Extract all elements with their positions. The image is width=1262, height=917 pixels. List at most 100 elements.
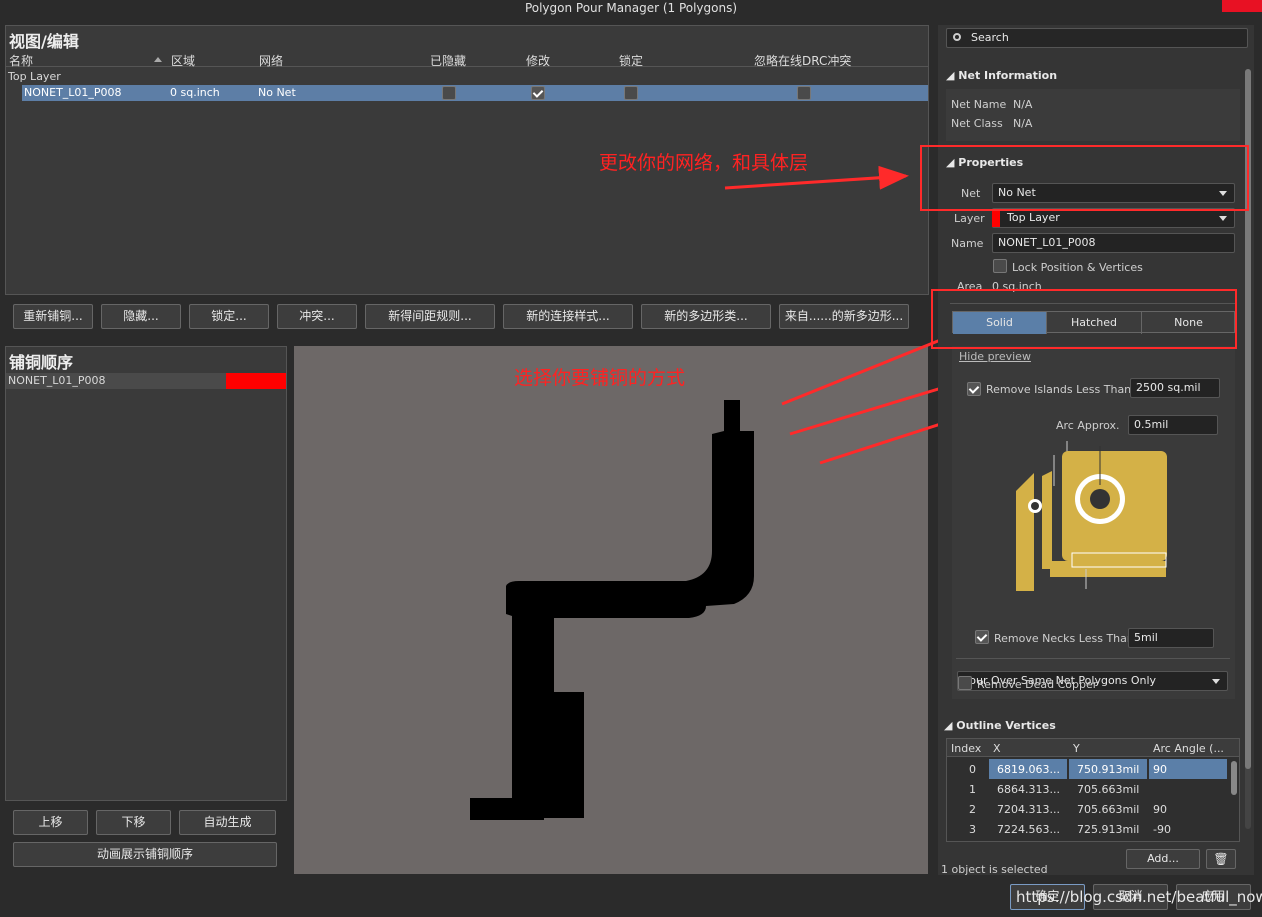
diagram-necks [1050, 561, 1166, 577]
table-row[interactable]: NONET_L01_P008 0 sq.inch No Net [22, 85, 928, 101]
diagram-pad-left-hole [1031, 502, 1039, 510]
outline-vertices-section-header[interactable]: ◢ Outline Vertices [944, 719, 1056, 732]
pour-order-panel: 铺铜顺序 NONET_L01_P008 [5, 346, 287, 801]
name-input[interactable]: NONET_L01_P008 [992, 233, 1235, 253]
cell-y: 705.663mil [1077, 783, 1140, 796]
view-edit-column-header: 名称 区域 网络 已隐藏 修改 锁定 忽略在线DRC冲突 [6, 52, 928, 69]
trash-icon: 🗑 [1213, 852, 1229, 866]
modified-checkbox[interactable] [531, 86, 545, 100]
hide-button[interactable]: 隐藏... [101, 304, 181, 329]
repour-button[interactable]: 重新铺铜... [13, 304, 93, 329]
col-name[interactable]: 名称 [9, 52, 33, 69]
diagram-copper-strip [1042, 471, 1052, 569]
cell-arc: 90 [1153, 763, 1167, 776]
locked-checkbox[interactable] [624, 86, 638, 100]
table-scrollbar[interactable] [1231, 761, 1237, 795]
search-input[interactable]: Search [946, 28, 1248, 48]
header-y[interactable]: Y [1073, 742, 1080, 755]
net-layer-annotation: 更改你的网络，和具体层 [599, 152, 809, 174]
col-area[interactable]: 区域 [171, 52, 195, 69]
cell-x: 7224.563... [997, 823, 1060, 836]
lock-button[interactable]: 锁定... [189, 304, 269, 329]
outline-vertices-title: Outline Vertices [956, 719, 1056, 732]
arc-approx-label: Arc Approx. [1056, 419, 1120, 432]
fill-options-preview-diagram [1016, 441, 1167, 591]
diagram-copper-left [1016, 473, 1034, 591]
table-row[interactable]: 0 6819.063... 750.913mil 90 [947, 759, 1227, 779]
table-row[interactable]: 3 7224.563... 725.913mil -90 [947, 819, 1227, 839]
cell-y: 705.663mil [1077, 803, 1140, 816]
cell-index: 2 [969, 803, 976, 816]
ok-button[interactable]: 确定 [1010, 884, 1085, 910]
remove-necks-checkbox[interactable] [975, 630, 989, 644]
delete-vertex-button[interactable]: 🗑 [1206, 849, 1236, 869]
cancel-button[interactable]: 取消 [1093, 884, 1168, 910]
copper-polygon [470, 400, 754, 820]
add-vertex-button[interactable]: Add... [1126, 849, 1200, 869]
remove-necks-input[interactable]: 5mil [1128, 628, 1214, 648]
table-row[interactable]: 2 7204.313... 705.663mil 90 [947, 799, 1227, 819]
pour-order-color-swatch [226, 373, 286, 389]
fill-mode-highlight-box [931, 289, 1237, 349]
search-icon [953, 33, 961, 41]
net-info-title: Net Information [958, 69, 1058, 82]
cell-index: 0 [969, 763, 976, 776]
col-net[interactable]: 网络 [259, 52, 283, 69]
cell-index: 1 [969, 783, 976, 796]
remove-necks-label: Remove Necks Less Than [994, 632, 1134, 645]
col-locked[interactable]: 锁定 [619, 52, 643, 69]
remove-dead-copper-checkbox[interactable] [958, 676, 972, 690]
col-ignore-drc[interactable]: 忽略在线DRC冲突 [754, 52, 851, 69]
remove-islands-checkbox[interactable] [967, 382, 981, 396]
cell-y: 750.913mil [1077, 763, 1140, 776]
cell-x: 6864.313... [997, 783, 1060, 796]
net-info-box: Net Name N/A Net Class N/A [946, 89, 1240, 141]
arc-approx-input[interactable]: 0.5mil [1128, 415, 1218, 435]
hidden-checkbox[interactable] [442, 86, 456, 100]
fill-mode-annotation: 选择你要铺铜的方式 [514, 367, 686, 389]
table-row[interactable]: 1 6864.313... 705.663mil [947, 779, 1227, 799]
sort-up-icon [154, 57, 162, 62]
layer-label: Layer [954, 212, 985, 225]
header-arc-angle[interactable]: Arc Angle (... [1153, 742, 1224, 755]
new-clearance-rule-button[interactable]: 新得间距规则... [365, 304, 495, 329]
polygon-preview-canvas[interactable] [294, 346, 928, 874]
net-info-section-header[interactable]: ◢ Net Information [946, 69, 1057, 82]
net-name-label: Net Name [951, 98, 1007, 111]
new-polygon-class-button[interactable]: 新的多边形类... [641, 304, 771, 329]
header-index[interactable]: Index [951, 742, 981, 755]
title-bar: Polygon Pour Manager (1 Polygons) [0, 0, 1262, 22]
net-class-label: Net Class [951, 117, 1003, 130]
row-area: 0 sq.inch [170, 86, 220, 99]
lock-position-checkbox[interactable] [993, 259, 1007, 273]
layer-dropdown[interactable]: Top Layer [992, 208, 1235, 228]
hide-preview-link[interactable]: Hide preview [959, 350, 1031, 363]
apply-button[interactable]: 应用 [1176, 884, 1251, 910]
remove-dead-copper-label: Remove Dead Copper [977, 678, 1098, 691]
cell-arc: 90 [1153, 803, 1167, 816]
remove-islands-input[interactable]: 2500 sq.mil [1130, 378, 1220, 398]
window-title: Polygon Pour Manager (1 Polygons) [524, 1, 738, 15]
move-up-button[interactable]: 上移 [13, 810, 88, 835]
list-item[interactable]: NONET_L01_P008 [6, 373, 286, 389]
new-polygon-from-button[interactable]: 来自......的新多边形... [779, 304, 909, 329]
layer-color-swatch [992, 209, 1000, 227]
move-down-button[interactable]: 下移 [96, 810, 171, 835]
cell-x: 6819.063... [997, 763, 1060, 776]
animate-pour-order-button[interactable]: 动画展示铺铜顺序 [13, 842, 277, 867]
violations-button[interactable]: 冲突... [277, 304, 357, 329]
col-modified[interactable]: 修改 [526, 52, 550, 69]
header-x[interactable]: X [993, 742, 1001, 755]
diagram-pad-hole [1090, 489, 1110, 509]
ignore-drc-checkbox[interactable] [797, 86, 811, 100]
row-name: NONET_L01_P008 [24, 86, 122, 99]
polygon-pour-manager-window: Polygon Pour Manager (1 Polygons) 视图/编辑 … [0, 0, 1262, 917]
auto-generate-button[interactable]: 自动生成 [179, 810, 276, 835]
new-connect-style-button[interactable]: 新的连接样式... [503, 304, 633, 329]
lock-position-label: Lock Position & Vertices [1012, 261, 1143, 274]
col-hidden[interactable]: 已隐藏 [430, 52, 466, 69]
status-text: 1 object is selected [941, 863, 1048, 876]
close-window-button[interactable] [1222, 0, 1262, 12]
pour-order-title: 铺铜顺序 [9, 353, 74, 372]
remove-islands-label: Remove Islands Less Than [986, 383, 1132, 396]
